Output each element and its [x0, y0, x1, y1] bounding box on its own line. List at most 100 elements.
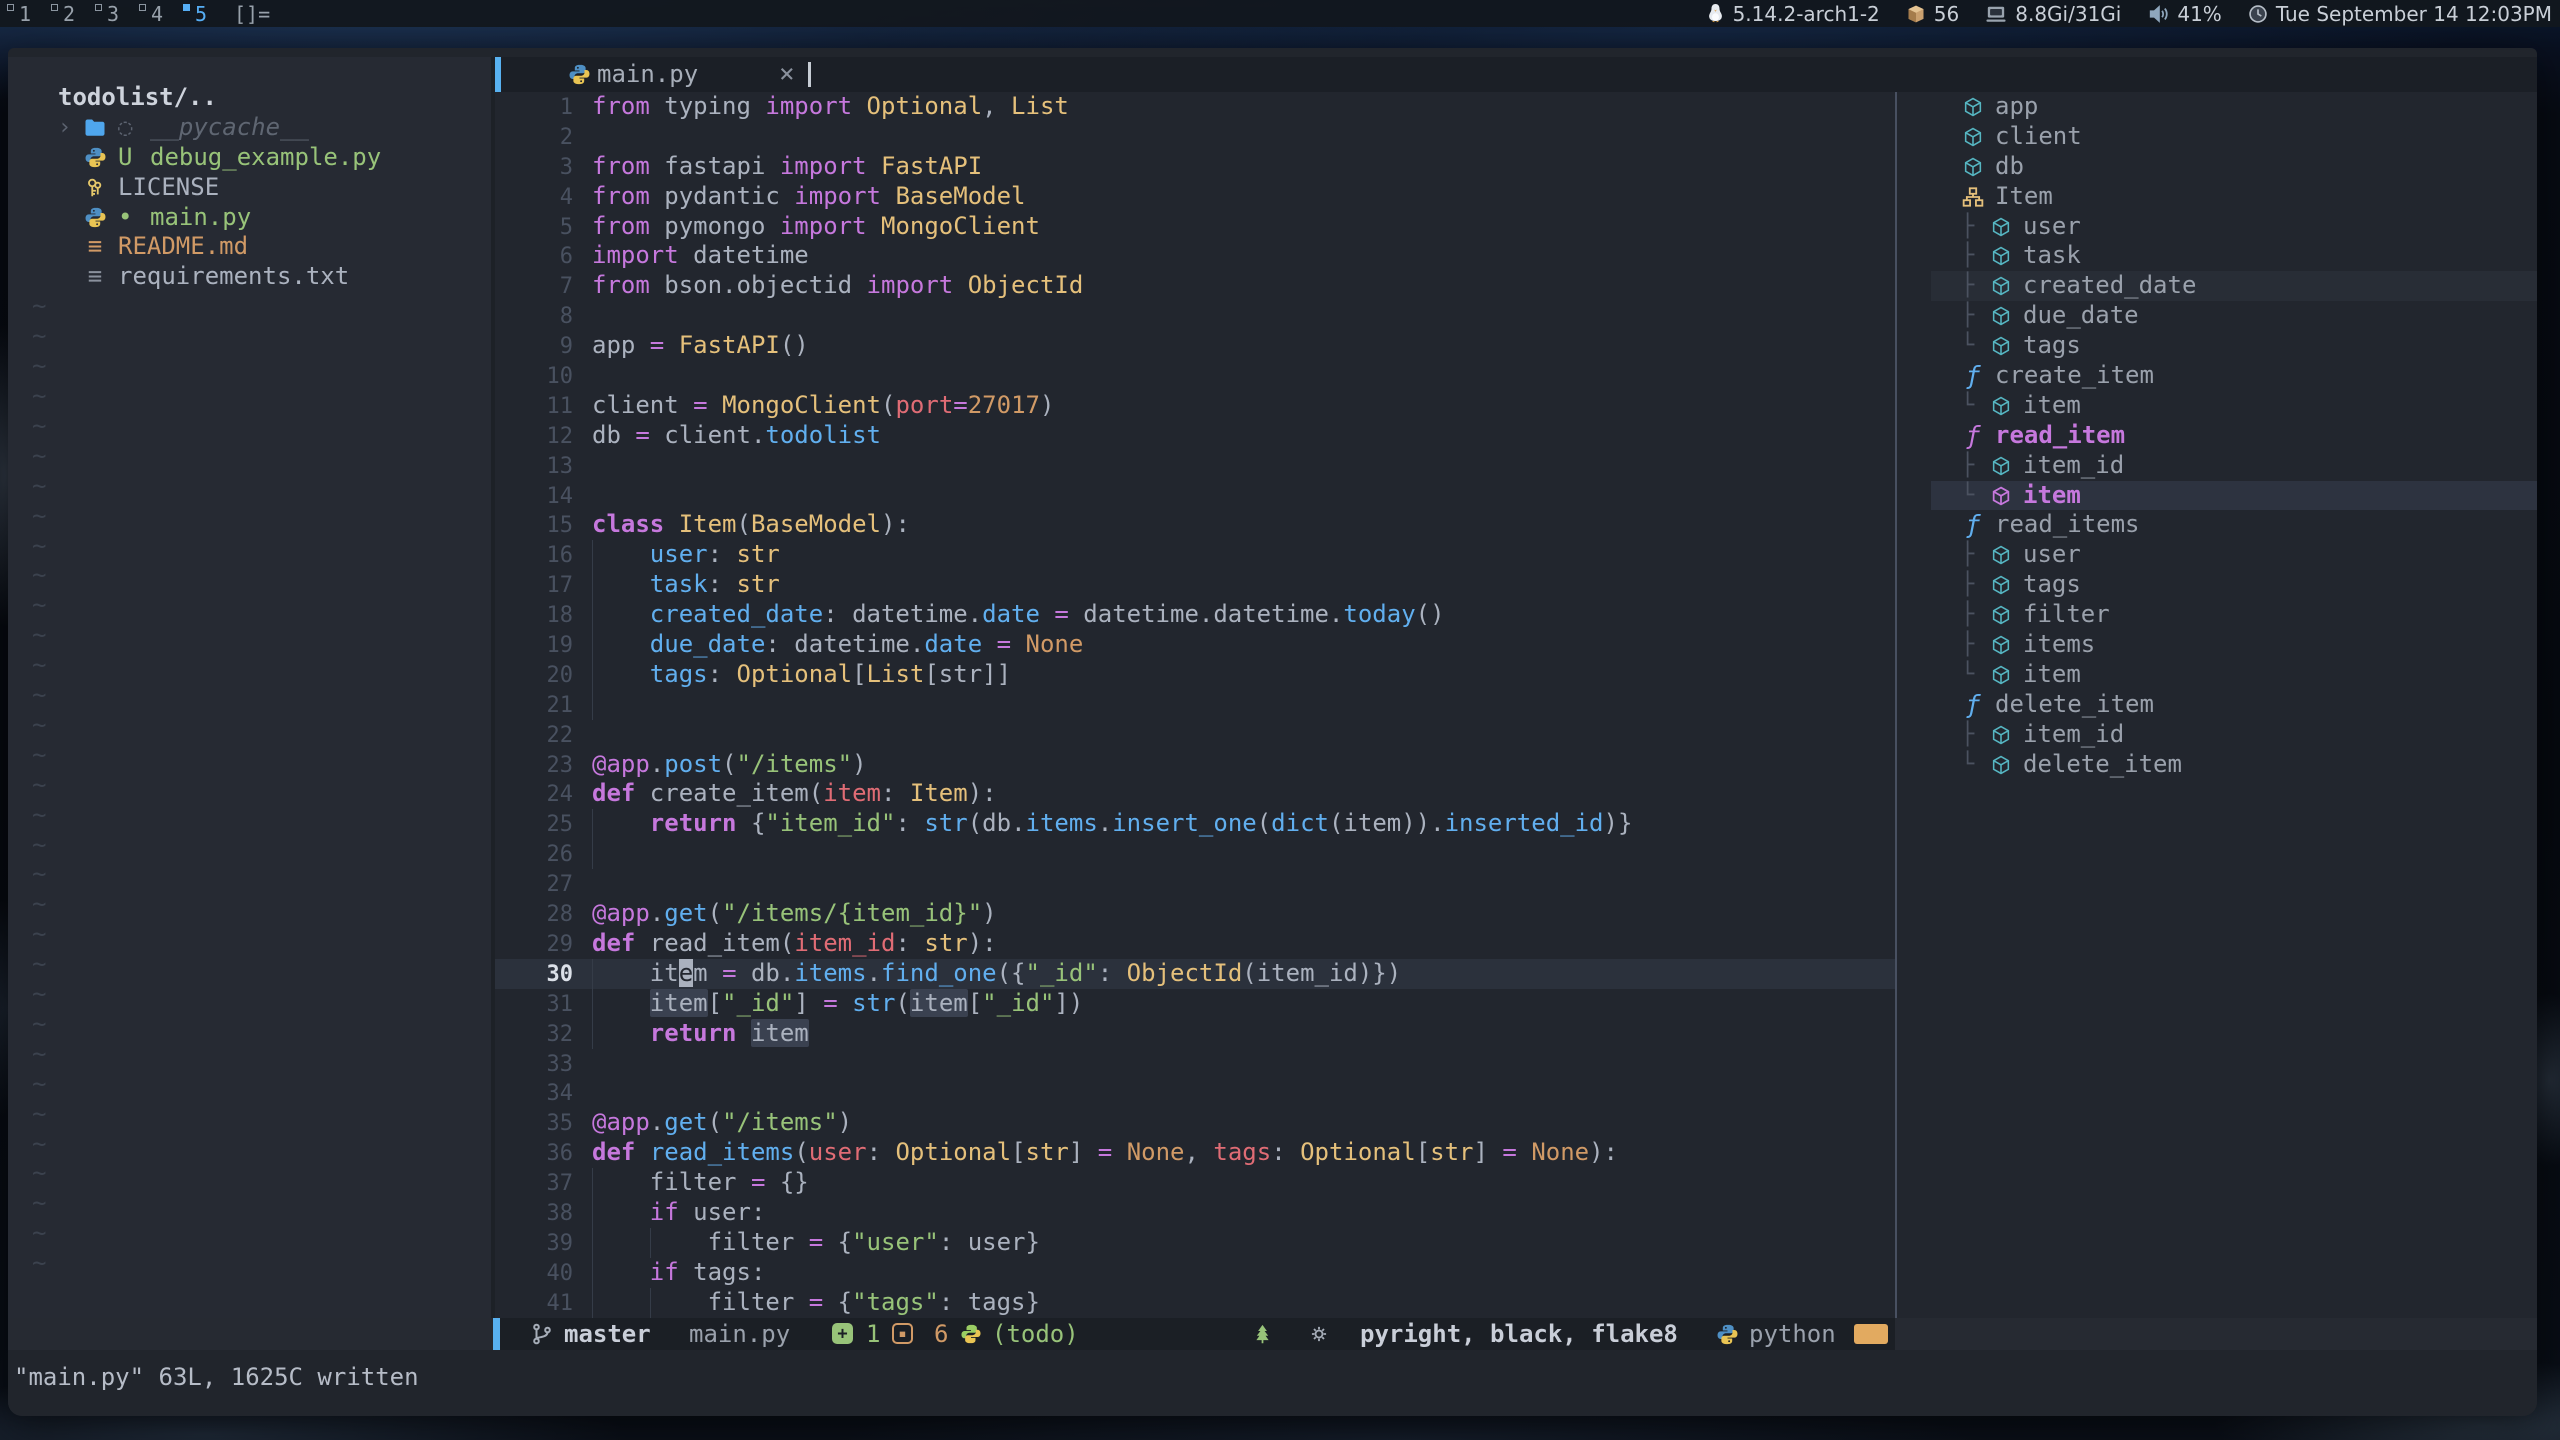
code-line-34[interactable]: 34 [495, 1078, 1895, 1108]
symbol-client[interactable]: client [1931, 122, 2537, 152]
tab-main-py[interactable]: main.py × [555, 57, 835, 92]
code-area[interactable]: 1from typing import Optional, List23from… [495, 92, 1895, 1318]
code-line-20[interactable]: 20 tags: Optional[List[str]] [495, 660, 1895, 690]
line-number: 34 [495, 1079, 573, 1109]
code-line-35[interactable]: 35@app.get("/items") [495, 1108, 1895, 1138]
line-number: 29 [495, 930, 573, 960]
symbol-item_id[interactable]: ├item_id [1931, 720, 2537, 750]
code-line-37[interactable]: 37 filter = {} [495, 1168, 1895, 1198]
symbol-user[interactable]: ├user [1931, 540, 2537, 570]
python-icon [960, 1318, 982, 1350]
code-line-27[interactable]: 27 [495, 869, 1895, 899]
bar-item-memory: 8.8Gi/31Gi [1985, 2, 2121, 26]
workspace-button-1[interactable]: 1 [6, 0, 31, 27]
layout-indicator: []= [234, 0, 270, 27]
code-line-33[interactable]: 33 [495, 1049, 1895, 1079]
code-line-30[interactable]: 30 item = db.items.find_one({"_id": Obje… [495, 959, 1895, 989]
file-tree-item-main-py[interactable]: •main.py [8, 203, 491, 233]
code-line-11[interactable]: 11client = MongoClient(port=27017) [495, 391, 1895, 421]
symbol-tags[interactable]: ├tags [1931, 570, 2537, 600]
code-line-15[interactable]: 15class Item(BaseModel): [495, 510, 1895, 540]
code-line-3[interactable]: 3from fastapi import FastAPI [495, 152, 1895, 182]
symbol-Item[interactable]: Item [1931, 182, 2537, 212]
code-line-22[interactable]: 22 [495, 720, 1895, 750]
symbol-task[interactable]: ├task [1931, 241, 2537, 271]
code-line-25[interactable]: 25 return {"item_id": str(db.items.inser… [495, 809, 1895, 839]
workspace-button-4[interactable]: 4 [138, 0, 163, 27]
symbol-app[interactable]: app [1931, 92, 2537, 122]
txt-icon: ≡ [82, 262, 108, 292]
symbol-item[interactable]: └item [1931, 481, 2537, 511]
symbol-db[interactable]: db [1931, 152, 2537, 182]
code-line-31[interactable]: 31 item["_id"] = str(item["_id"]) [495, 989, 1895, 1019]
code-line-32[interactable]: 32 return item [495, 1019, 1895, 1049]
line-number: 21 [495, 691, 573, 721]
code-line-19[interactable]: 19 due_date: datetime.date = None [495, 630, 1895, 660]
file-tree-item-requirements-txt[interactable]: ≡requirements.txt [8, 262, 491, 292]
symbol-label: client [1995, 122, 2082, 152]
code-line-36[interactable]: 36def read_items(user: Optional[str] = N… [495, 1138, 1895, 1168]
symbol-due_date[interactable]: ├due_date [1931, 301, 2537, 331]
code-line-13[interactable]: 13 [495, 451, 1895, 481]
code-line-17[interactable]: 17 task: str [495, 570, 1895, 600]
symbol-delete_item[interactable]: └delete_item [1931, 750, 2537, 780]
code-line-16[interactable]: 16 user: str [495, 540, 1895, 570]
workspace-button-2[interactable]: 2 [50, 0, 75, 27]
symbol-label: Item [1995, 182, 2053, 212]
code-line-7[interactable]: 7from bson.objectid import ObjectId [495, 271, 1895, 301]
symbol-filter[interactable]: ├filter [1931, 600, 2537, 630]
line-number: 39 [495, 1229, 573, 1259]
code-line-12[interactable]: 12db = client.todolist [495, 421, 1895, 451]
code-line-38[interactable]: 38 if user: [495, 1198, 1895, 1228]
tab-close-icon[interactable]: × [779, 57, 795, 91]
code-line-14[interactable]: 14 [495, 481, 1895, 511]
code-line-40[interactable]: 40 if tags: [495, 1258, 1895, 1288]
symbol-tags[interactable]: └tags [1931, 331, 2537, 361]
code-line-24[interactable]: 24def create_item(item: Item): [495, 779, 1895, 809]
workspace-button-3[interactable]: 3 [94, 0, 119, 27]
file-tree-item--pycache-[interactable]: ›◌__pycache__ [8, 113, 491, 143]
code-line-10[interactable]: 10 [495, 361, 1895, 391]
file-tree-item-debug-example-py[interactable]: Udebug_example.py [8, 143, 491, 173]
command-line[interactable]: "main.py" 63L, 1625C written [8, 1350, 2537, 1416]
code-line-9[interactable]: 9app = FastAPI() [495, 331, 1895, 361]
line-number: 9 [495, 332, 573, 362]
memory-icon [1985, 4, 2007, 24]
symbol-read_items[interactable]: ƒread_items [1931, 510, 2537, 540]
code-line-21[interactable]: 21 [495, 690, 1895, 720]
file-tree-item-license[interactable]: LICENSE [8, 173, 491, 203]
code-line-26[interactable]: 26 [495, 839, 1895, 869]
symbol-item[interactable]: └item [1931, 660, 2537, 690]
workspace-button-5[interactable]: 5 [182, 0, 207, 27]
line-number: 41 [495, 1289, 573, 1318]
tree-connector: └ [1961, 391, 1989, 421]
symbol-created_date[interactable]: ├created_date [1931, 271, 2537, 301]
symbol-create_item[interactable]: ƒcreate_item [1931, 361, 2537, 391]
symbol-label: task [2023, 241, 2081, 271]
code-line-4[interactable]: 4from pydantic import BaseModel [495, 182, 1895, 212]
symbol-delete_item[interactable]: ƒdelete_item [1931, 690, 2537, 720]
code-line-18[interactable]: 18 created_date: datetime.date = datetim… [495, 600, 1895, 630]
code-line-41[interactable]: 41 filter = {"tags": tags} [495, 1288, 1895, 1318]
symbol-items[interactable]: ├items [1931, 630, 2537, 660]
indent-guide [592, 1168, 593, 1198]
code-line-2[interactable]: 2 [495, 122, 1895, 152]
tree-connector: ├ [1961, 600, 1989, 630]
code-line-29[interactable]: 29def read_item(item_id: str): [495, 929, 1895, 959]
symbol-item_id[interactable]: ├item_id [1931, 451, 2537, 481]
code-line-6[interactable]: 6import datetime [495, 241, 1895, 271]
file-tree-item-readme-md[interactable]: ≡README.md [8, 232, 491, 262]
statusline: master main.py + 1 ▪ 6 (todo) pyright, b… [8, 1318, 2537, 1350]
code-line-1[interactable]: 1from typing import Optional, List [495, 92, 1895, 122]
code-text: @app.post("/items") [592, 750, 867, 778]
symbol-read_item[interactable]: ƒread_item [1931, 421, 2537, 451]
code-line-23[interactable]: 23@app.post("/items") [495, 750, 1895, 780]
code-line-39[interactable]: 39 filter = {"user": user} [495, 1228, 1895, 1258]
empty-line-tilde: ~ [32, 801, 46, 831]
code-line-5[interactable]: 5from pymongo import MongoClient [495, 212, 1895, 242]
symbol-user[interactable]: ├user [1931, 212, 2537, 242]
chevron-expand-icon[interactable]: › [58, 113, 71, 143]
symbol-item[interactable]: └item [1931, 391, 2537, 421]
code-line-28[interactable]: 28@app.get("/items/{item_id}") [495, 899, 1895, 929]
code-line-8[interactable]: 8 [495, 301, 1895, 331]
